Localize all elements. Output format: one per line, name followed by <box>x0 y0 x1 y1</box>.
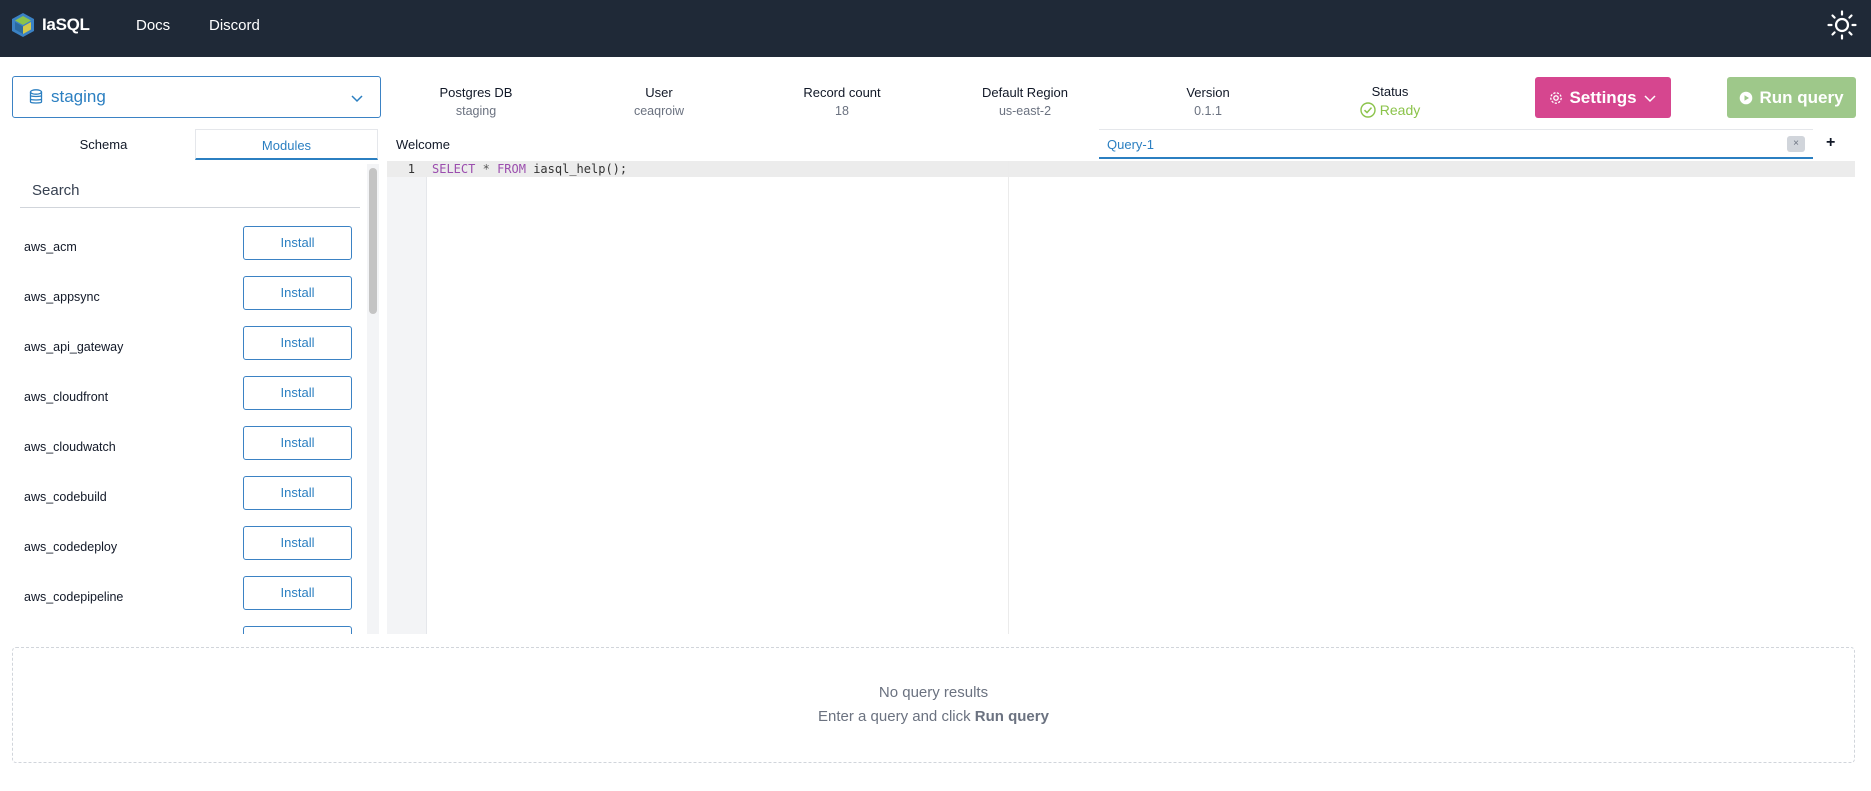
stat-default-region: Default Region us-east-2 <box>945 85 1105 118</box>
settings-button-label: Settings <box>1569 87 1637 107</box>
install-button[interactable]: Install <box>243 376 352 410</box>
sql-expression: iasql_help(); <box>533 162 628 176</box>
logo-text: IaSQL <box>42 15 90 34</box>
module-row: aws_cloudwatch Install <box>12 422 362 472</box>
stat-value: 18 <box>835 104 849 118</box>
modules-panel: aws_acm Install aws_appsync Install aws_… <box>12 160 379 634</box>
stat-label: Record count <box>803 85 881 100</box>
top-navbar: IaSQL Docs Discord <box>0 0 1871 57</box>
database-select[interactable]: staging <box>12 76 381 118</box>
iasql-logo-icon <box>12 13 34 37</box>
database-select-value: staging <box>51 87 106 106</box>
left-panel-tabs: Schema Modules <box>12 129 379 160</box>
code-line[interactable]: SELECT * FROM iasql_help(); <box>432 162 627 176</box>
tab-query-1[interactable]: Query-1 × <box>1099 129 1813 159</box>
stat-label: Postgres DB <box>439 85 513 100</box>
module-name: aws_codebuild <box>24 490 107 504</box>
stat-label: Version <box>1186 85 1230 100</box>
module-row: aws_acm Install <box>12 222 362 272</box>
close-icon[interactable]: × <box>1787 136 1805 152</box>
install-button[interactable]: Install <box>243 476 352 510</box>
install-button[interactable]: Install <box>243 326 352 360</box>
module-name: aws_codepipeline <box>24 590 124 604</box>
tab-modules[interactable]: Modules <box>195 129 378 160</box>
sql-editor[interactable]: 1 SELECT * FROM iasql_help(); <box>387 161 1855 634</box>
stat-postgres-db: Postgres DB staging <box>396 85 556 118</box>
module-name: aws_acm <box>24 240 77 254</box>
chevron-down-icon <box>351 95 363 103</box>
stat-status: Status Ready <box>1310 84 1470 123</box>
stat-value: 0.1.1 <box>1194 104 1222 118</box>
hint-action: Run query <box>974 708 1049 725</box>
query-results-panel: No query results Enter a query and click… <box>12 647 1855 763</box>
module-row <box>12 622 362 634</box>
chevron-down-icon <box>1644 94 1656 102</box>
gear-icon <box>1550 91 1563 104</box>
run-query-button-label: Run query <box>1759 87 1844 107</box>
module-name: aws_cloudfront <box>24 390 109 404</box>
logo[interactable]: IaSQL <box>12 13 90 37</box>
stat-label: Default Region <box>982 85 1068 100</box>
module-row: aws_cloudfront Install <box>12 372 362 422</box>
status-badge: Ready <box>1360 102 1420 118</box>
hint-prefix: Enter a query and click <box>818 708 971 725</box>
module-name: aws_api_gateway <box>24 340 124 354</box>
search-input[interactable] <box>20 174 360 208</box>
stat-user: User ceaqroiw <box>579 85 739 118</box>
line-number: 1 <box>407 162 415 176</box>
module-row: aws_codedeploy Install <box>12 522 362 572</box>
stat-record-count: Record count 18 <box>762 85 922 118</box>
module-name: aws_appsync <box>24 290 100 304</box>
install-button[interactable]: Install <box>243 276 352 310</box>
module-row: aws_codepipeline Install <box>12 572 362 622</box>
run-query-button[interactable]: Run query <box>1727 77 1856 118</box>
module-name: aws_codedeploy <box>24 540 118 554</box>
stat-version: Version 0.1.1 <box>1128 85 1288 118</box>
empty-results-title: No query results <box>878 684 989 701</box>
check-circle-icon <box>1360 102 1376 118</box>
editor-gutter <box>387 161 427 634</box>
install-button[interactable]: Install <box>243 426 352 460</box>
stat-label: User <box>645 85 673 100</box>
stat-value: ceaqroiw <box>633 104 685 118</box>
status-text: Ready <box>1379 102 1421 118</box>
settings-button[interactable]: Settings <box>1535 77 1671 118</box>
module-row: aws_appsync Install <box>12 272 362 322</box>
sql-keyword: FROM <box>497 162 526 176</box>
install-button[interactable]: Install <box>243 226 352 260</box>
module-row: aws_api_gateway Install <box>12 322 362 372</box>
tab-welcome[interactable]: Welcome <box>396 137 450 152</box>
empty-results-hint: Enter a query and click Run query <box>13 708 1854 725</box>
database-icon <box>29 89 43 104</box>
add-tab-button[interactable]: + <box>1826 134 1835 152</box>
nav-link-docs[interactable]: Docs <box>136 17 170 34</box>
print-margin <box>1008 161 1009 634</box>
module-name: aws_cloudwatch <box>24 440 116 454</box>
install-button[interactable]: Install <box>243 526 352 560</box>
sql-star: * <box>482 162 490 176</box>
install-button[interactable]: Install <box>243 576 352 610</box>
install-button[interactable] <box>243 626 352 634</box>
tab-schema[interactable]: Schema <box>12 129 195 160</box>
sql-keyword: SELECT <box>432 162 476 176</box>
sun-icon[interactable] <box>1827 10 1857 40</box>
stat-value: us-east-2 <box>998 104 1052 118</box>
stat-label: Status <box>1371 84 1409 99</box>
tab-query-1-label: Query-1 <box>1107 137 1154 152</box>
nav-link-discord[interactable]: Discord <box>209 17 260 34</box>
stat-value: staging <box>455 104 497 118</box>
scrollbar-thumb[interactable] <box>369 168 377 314</box>
module-row: aws_codebuild Install <box>12 472 362 522</box>
play-circle-icon <box>1740 91 1753 104</box>
